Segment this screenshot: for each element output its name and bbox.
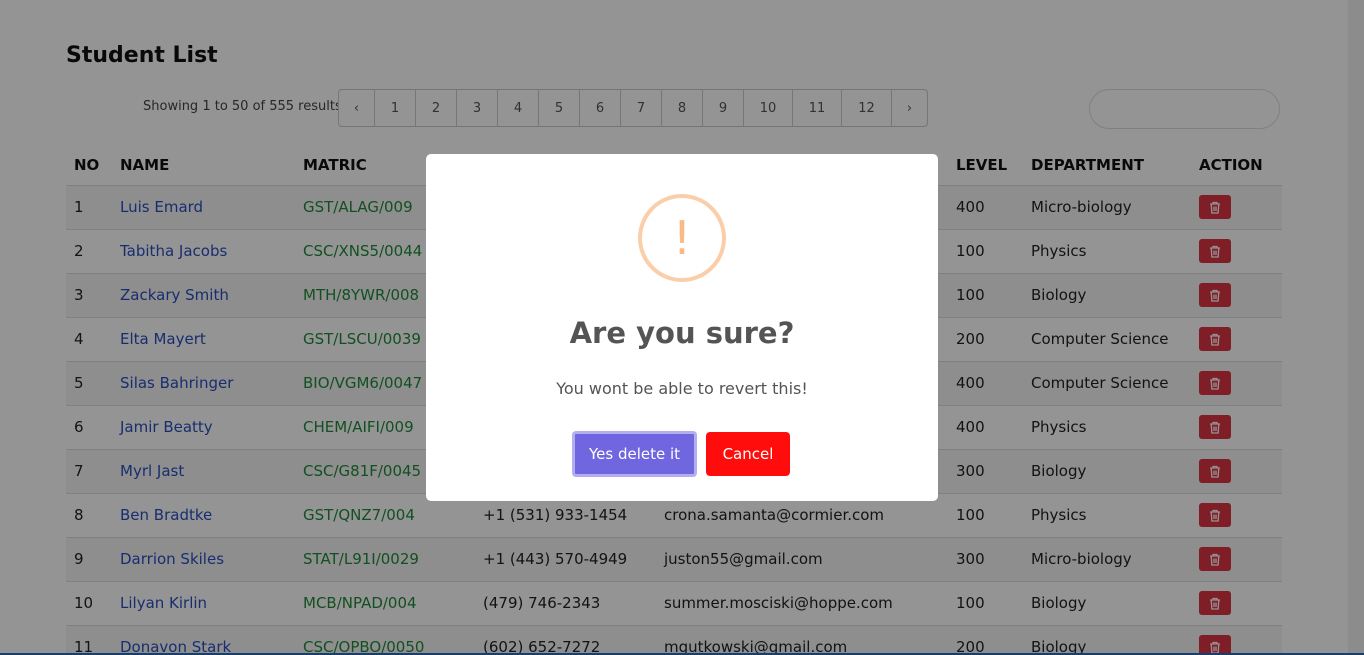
warning-icon: ! xyxy=(638,194,726,282)
confirm-dialog: ! Are you sure? You wont be able to reve… xyxy=(426,154,938,501)
dialog-message: You wont be able to revert this! xyxy=(556,379,808,398)
cancel-button[interactable]: Cancel xyxy=(706,432,790,476)
dialog-title: Are you sure? xyxy=(569,316,795,350)
confirm-delete-button[interactable]: Yes delete it xyxy=(572,431,697,477)
warning-glyph: ! xyxy=(672,211,692,265)
scrollbar[interactable] xyxy=(1348,0,1364,655)
